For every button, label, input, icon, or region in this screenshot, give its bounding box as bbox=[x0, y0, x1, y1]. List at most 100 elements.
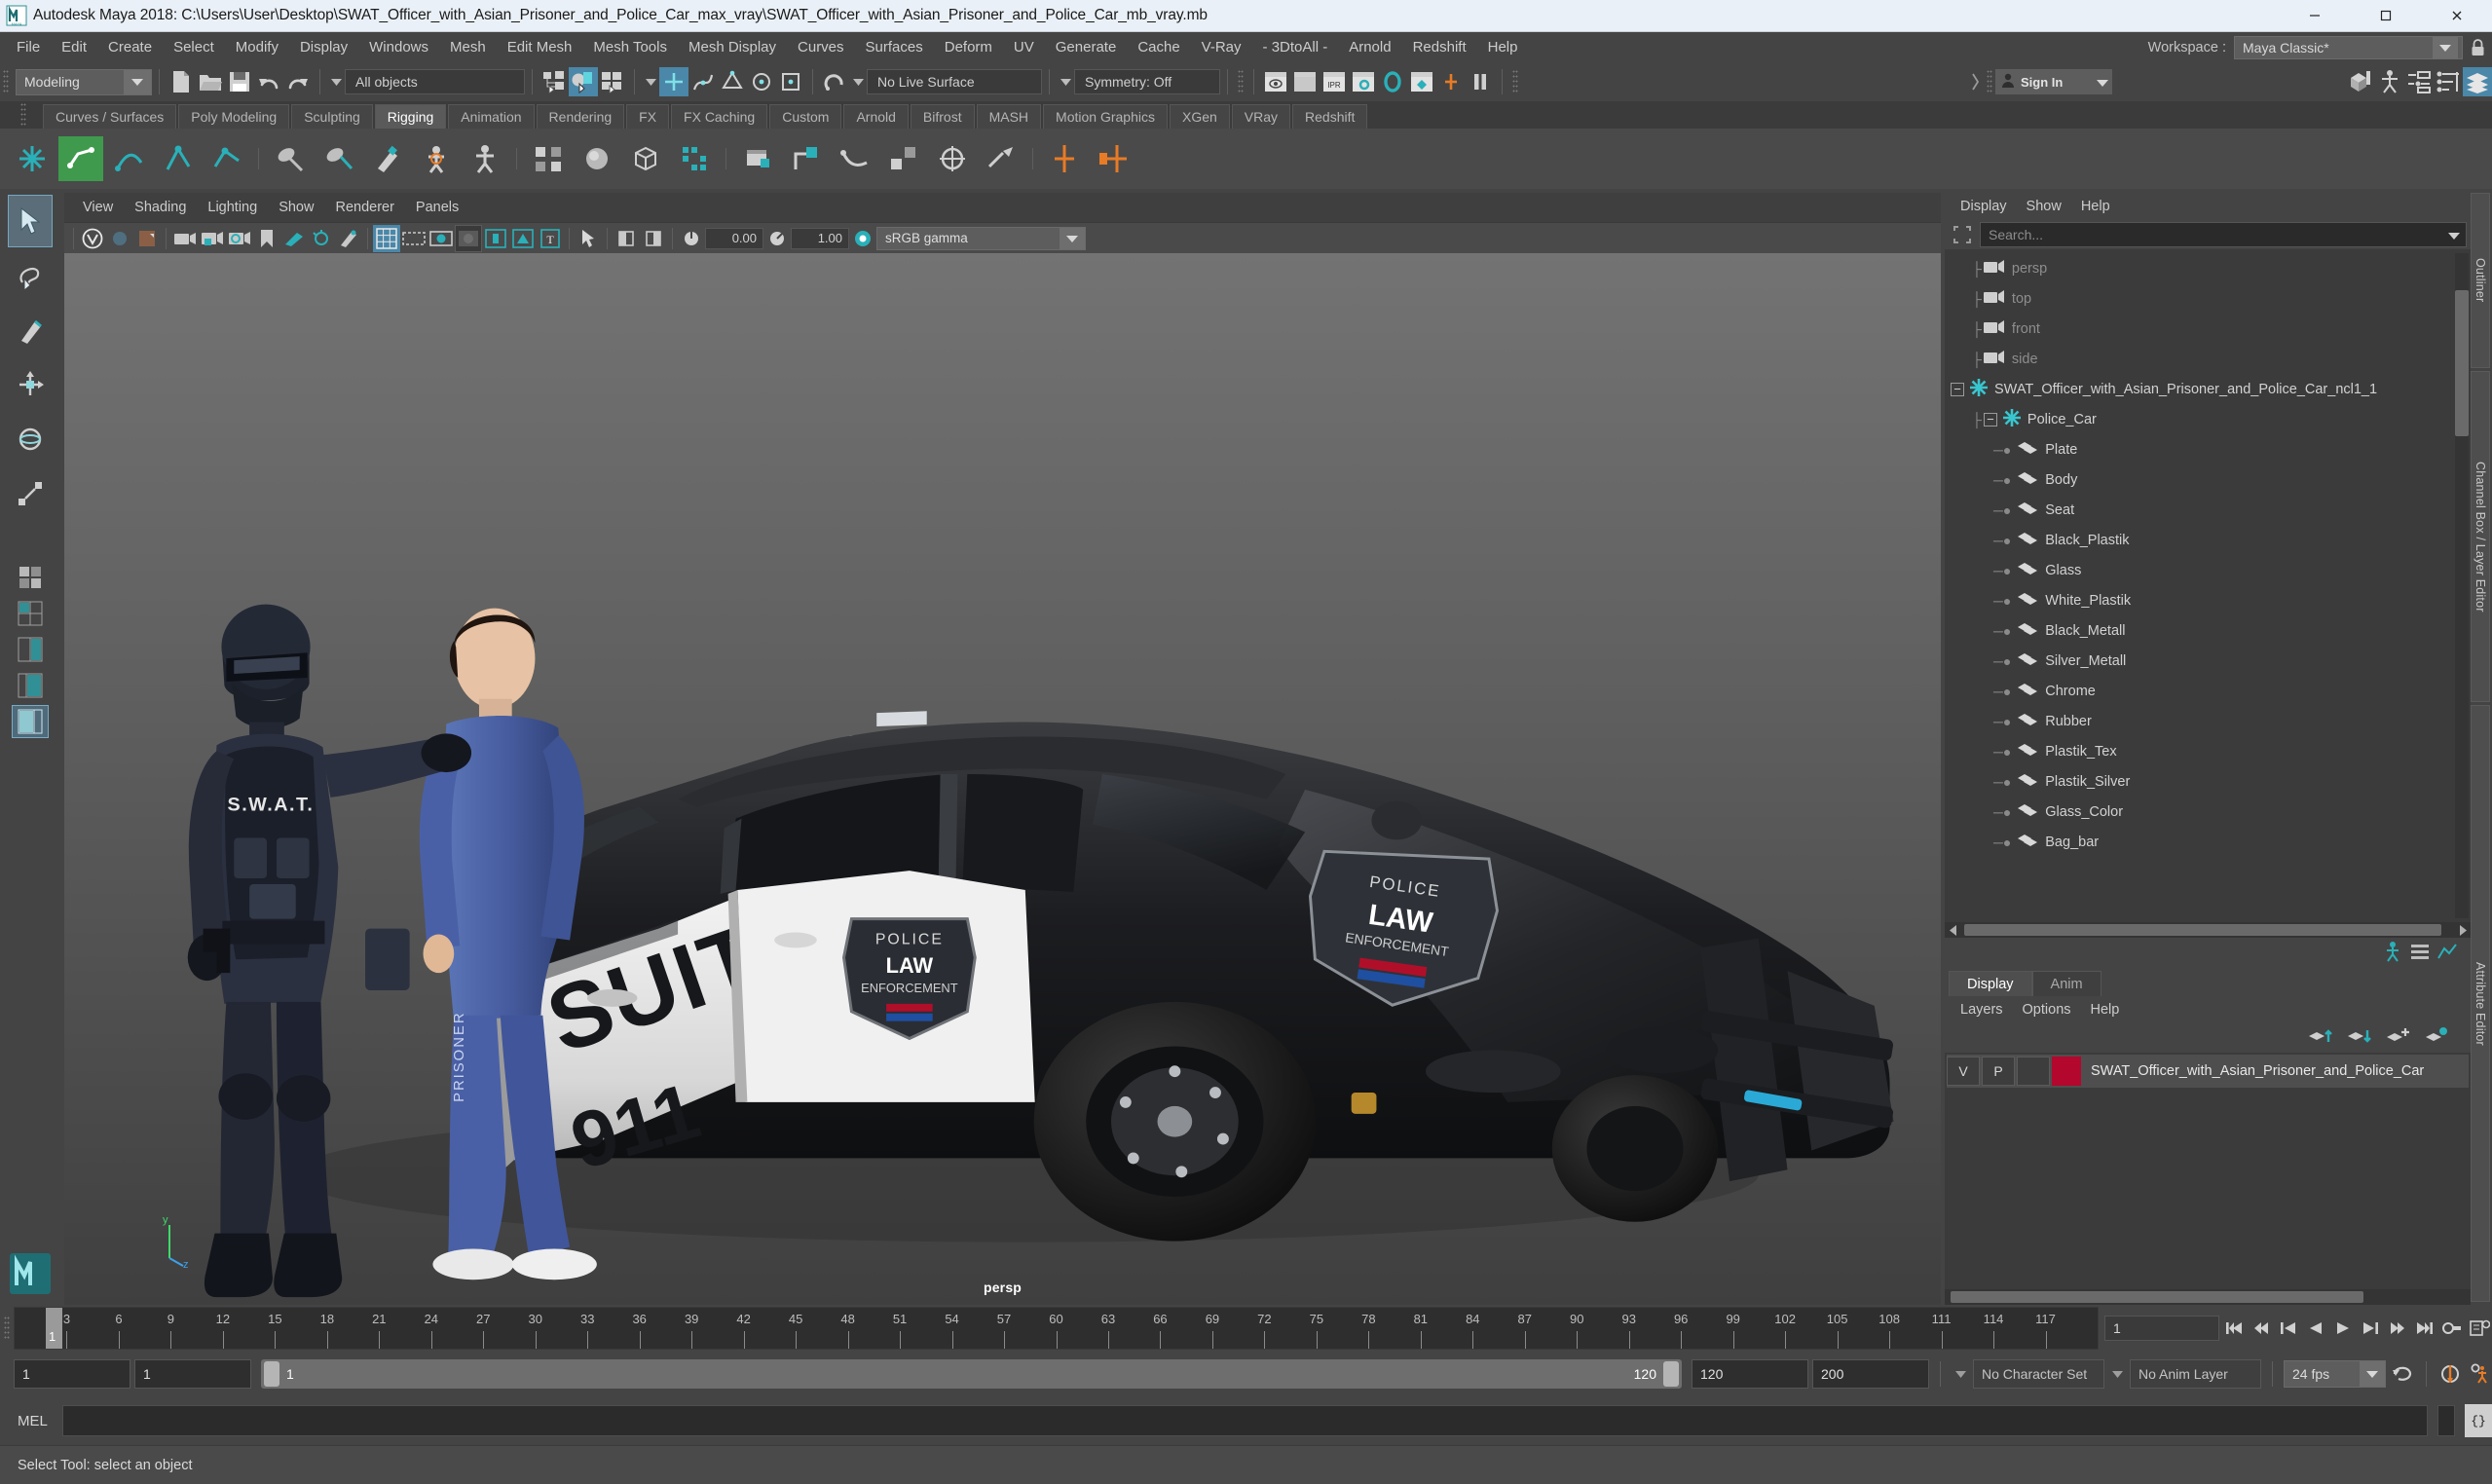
new-layer-from-selected-icon[interactable] bbox=[2424, 1026, 2449, 1051]
command-line-language-label[interactable]: MEL bbox=[18, 1413, 53, 1429]
two-sided-lighting-icon[interactable] bbox=[308, 225, 335, 252]
gamma-knob-icon[interactable] bbox=[763, 225, 791, 252]
symmetry-arrow-icon[interactable] bbox=[1057, 78, 1074, 86]
current-frame-field[interactable]: 1 bbox=[2104, 1316, 2219, 1341]
playback-speed-dropdown[interactable]: 24 fps bbox=[2284, 1360, 2386, 1388]
create-deformer-set-icon[interactable] bbox=[735, 136, 780, 181]
menu-select[interactable]: Select bbox=[163, 35, 225, 59]
menu-edit-mesh[interactable]: Edit Mesh bbox=[497, 35, 583, 59]
outliner-item[interactable]: ├ persp bbox=[1945, 253, 2471, 283]
range-slider[interactable]: 1 120 bbox=[261, 1359, 1682, 1389]
snap-to-grid-button[interactable] bbox=[659, 67, 688, 96]
outliner-search-input[interactable]: Search... bbox=[1980, 222, 2467, 247]
minimize-button[interactable] bbox=[2279, 0, 2350, 32]
create-ik-handle-icon[interactable] bbox=[58, 136, 103, 181]
selection-mask-arrow-icon[interactable] bbox=[327, 78, 345, 86]
selection-mask-field[interactable]: All objects bbox=[345, 69, 525, 94]
snap-options-arrow-icon[interactable] bbox=[642, 78, 659, 86]
viewport-menu-show[interactable]: Show bbox=[268, 197, 324, 218]
undo-button[interactable] bbox=[254, 67, 283, 96]
lattice-deformer-icon[interactable] bbox=[575, 136, 619, 181]
script-editor-button[interactable]: {} bbox=[2465, 1404, 2492, 1437]
layer-row[interactable]: V P SWAT_Officer_with_Asian_Prisoner_and_P… bbox=[1947, 1055, 2469, 1088]
paint-selection-tool-button[interactable] bbox=[8, 304, 53, 356]
outliner-item[interactable]: ─● Black_Metall bbox=[1945, 615, 2471, 646]
sidebar-collapse-arrow-icon[interactable] bbox=[1966, 72, 1984, 92]
viewport-menu-view[interactable]: View bbox=[72, 197, 124, 218]
time-slider[interactable]: 1 3 6 9 12 15 18 21 24 27 30 33 36 39 42 45 48 51 54 57 60 6… bbox=[14, 1307, 2099, 1350]
create-blend-shape-icon[interactable] bbox=[526, 136, 571, 181]
menu-vray[interactable]: V-Ray bbox=[1191, 35, 1252, 59]
exposure-left-icon[interactable] bbox=[613, 225, 640, 252]
rotate-tool-button[interactable] bbox=[8, 413, 53, 465]
camera-lock-icon[interactable] bbox=[199, 225, 226, 252]
parent-constraint-icon[interactable] bbox=[881, 136, 926, 181]
time-slider-grip[interactable] bbox=[0, 1305, 14, 1352]
menu-mesh-tools[interactable]: Mesh Tools bbox=[582, 35, 678, 59]
make-live-button[interactable] bbox=[820, 67, 849, 96]
toolbar-grip[interactable] bbox=[1235, 62, 1246, 101]
ipr-render-button[interactable]: IPR bbox=[1320, 67, 1349, 96]
mirror-joint-icon[interactable] bbox=[1042, 136, 1087, 181]
single-perspective-layout-button[interactable] bbox=[12, 561, 49, 594]
render-settings-button[interactable] bbox=[1349, 67, 1378, 96]
resolution-gate-icon[interactable] bbox=[428, 225, 455, 252]
text-display-icon[interactable]: T bbox=[537, 225, 564, 252]
shelf-tab-custom[interactable]: Custom bbox=[769, 104, 842, 129]
character-set-field[interactable]: No Character Set bbox=[1973, 1359, 2104, 1389]
select-by-hierarchy-button[interactable] bbox=[539, 67, 569, 96]
film-gate-icon[interactable] bbox=[400, 225, 428, 252]
menu-redshift[interactable]: Redshift bbox=[1402, 35, 1477, 59]
menu-deform[interactable]: Deform bbox=[934, 35, 1003, 59]
xray-mode-icon[interactable] bbox=[482, 225, 509, 252]
workspace-dropdown[interactable]: Maya Classic* bbox=[2234, 35, 2463, 59]
outliner-scroll-thumb[interactable] bbox=[2455, 290, 2469, 436]
list-tool-icon[interactable] bbox=[2410, 943, 2430, 965]
aim-constraint-icon[interactable] bbox=[979, 136, 1023, 181]
outliner-item[interactable]: ─● Seat bbox=[1945, 495, 2471, 525]
menu-modify[interactable]: Modify bbox=[225, 35, 289, 59]
viewport-menu-renderer[interactable]: Renderer bbox=[324, 197, 404, 218]
exposure-right-icon[interactable] bbox=[640, 225, 667, 252]
create-joint-icon[interactable] bbox=[10, 136, 55, 181]
outliner-item[interactable]: ─● Glass bbox=[1945, 555, 2471, 585]
create-nurbs-curve-icon[interactable] bbox=[833, 136, 877, 181]
outliner-horizontal-scrollbar[interactable] bbox=[1945, 922, 2471, 938]
select-by-object-type-button[interactable] bbox=[569, 67, 598, 96]
search-scope-icon[interactable] bbox=[1949, 222, 1976, 247]
outliner-item[interactable]: ─● Glass_Color bbox=[1945, 797, 2471, 827]
tree-expander[interactable]: − bbox=[1951, 382, 1964, 396]
render-current-frame-button[interactable] bbox=[1261, 67, 1290, 96]
exposure-knob-icon[interactable] bbox=[678, 225, 705, 252]
outliner-item[interactable]: ─● Body bbox=[1945, 464, 2471, 495]
select-tool-button[interactable] bbox=[8, 195, 53, 247]
color-management-icon[interactable] bbox=[849, 225, 876, 252]
create-ik-spline-handle-icon[interactable] bbox=[107, 136, 152, 181]
outliner-persp-layout-button[interactable] bbox=[12, 669, 49, 702]
four-view-layout-button[interactable] bbox=[12, 597, 49, 630]
shadows-icon[interactable] bbox=[335, 225, 362, 252]
character-tool-icon[interactable] bbox=[2383, 941, 2402, 967]
menu-create[interactable]: Create bbox=[97, 35, 163, 59]
vray-light-icon[interactable] bbox=[106, 225, 133, 252]
move-layer-down-icon[interactable] bbox=[2346, 1026, 2371, 1051]
shelf-tab-arnold[interactable]: Arnold bbox=[843, 104, 909, 129]
layer-menu-options[interactable]: Options bbox=[2013, 999, 2081, 1020]
outliner-menu-help[interactable]: Help bbox=[2071, 196, 2120, 217]
menu-windows[interactable]: Windows bbox=[358, 35, 439, 59]
outliner-tree[interactable]: ├ persp ├ top ├ front ├ side − SWAT_Officer_with_… bbox=[1945, 249, 2471, 922]
vtab-attribute-editor[interactable]: Attribute Editor bbox=[2471, 705, 2490, 1302]
playback-start-time-field[interactable]: 1 bbox=[134, 1359, 251, 1389]
sign-in-button[interactable]: Sign In bbox=[1995, 69, 2112, 94]
snap-to-projected-center-button[interactable] bbox=[747, 67, 776, 96]
select-by-component-type-button[interactable] bbox=[598, 67, 627, 96]
outliner-item[interactable]: ─● Chrome bbox=[1945, 676, 2471, 706]
redo-render-button[interactable] bbox=[1290, 67, 1320, 96]
menu-edit[interactable]: Edit bbox=[51, 35, 97, 59]
previous-key-button[interactable] bbox=[2276, 1315, 2301, 1342]
outliner-item[interactable]: − SWAT_Officer_with_Asian_Prisoner_and_Po… bbox=[1945, 374, 2471, 404]
show-hide-tool-settings-button[interactable] bbox=[2434, 67, 2463, 96]
next-key-button[interactable] bbox=[2358, 1315, 2383, 1342]
lock-icon[interactable] bbox=[2463, 38, 2492, 56]
shelf-tab-redshift[interactable]: Redshift bbox=[1292, 104, 1368, 129]
